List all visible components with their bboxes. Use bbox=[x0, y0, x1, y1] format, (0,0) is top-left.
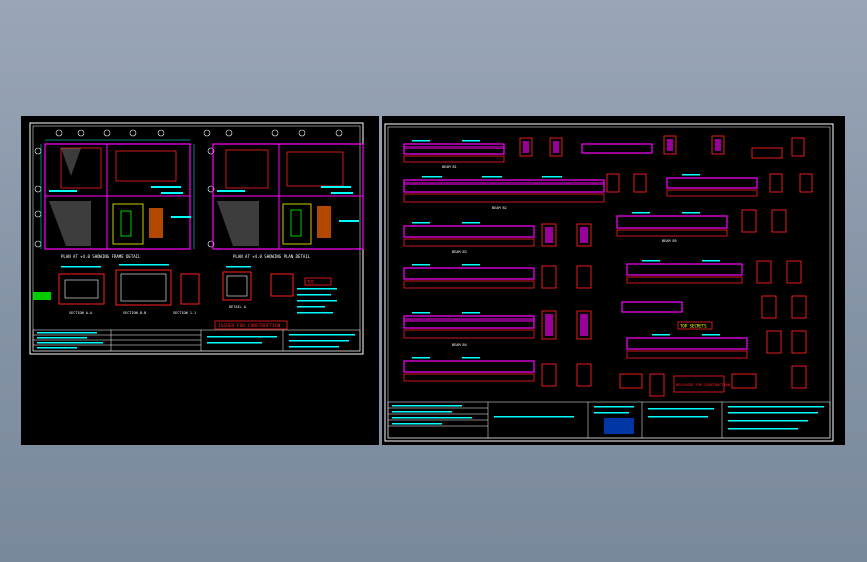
cad-drawing-left: PLAN AT +4.0 SHOWING FRAME DETAIL PLAN A… bbox=[29, 122, 364, 355]
drawing-sheet-left[interactable]: PLAN AT +4.0 SHOWING FRAME DETAIL PLAN A… bbox=[21, 116, 379, 445]
plan-caption-2: PLAN AT +4.0 SHOWING PLAN DETAIL bbox=[233, 254, 311, 259]
plan-2 bbox=[212, 143, 364, 250]
sections-row bbox=[33, 264, 337, 314]
beam-caption-4: BEAM B4 bbox=[452, 343, 467, 347]
section-caption-1: SECTION A-A bbox=[69, 311, 93, 315]
toc-tag: TOC bbox=[307, 280, 315, 285]
beam-caption-5: BEAM B5 bbox=[662, 239, 677, 243]
plan-caption-1: PLAN AT +4.0 SHOWING FRAME DETAIL bbox=[61, 254, 141, 259]
beam-caption-2: BEAM B2 bbox=[492, 206, 507, 210]
beam-sections bbox=[519, 135, 813, 397]
cad-drawing-right: BEAM B1 BEAM B2 BEAM B3 BEAM B4 BEAM B5 … bbox=[384, 123, 834, 442]
plan-1 bbox=[40, 139, 195, 250]
title-logo bbox=[604, 418, 634, 434]
section-caption-3: SECTION 1-1 bbox=[173, 311, 196, 315]
sheet-border bbox=[384, 123, 834, 442]
stamp-right: RELEASED FOR CONSTRUCTION bbox=[676, 383, 730, 387]
section-caption-4: DETAIL A bbox=[229, 305, 247, 309]
stamp-left: ISSUED FOR CONSTRUCTION bbox=[218, 323, 281, 329]
drawing-sheet-right[interactable]: BEAM B1 BEAM B2 BEAM B3 BEAM B4 BEAM B5 … bbox=[382, 116, 845, 445]
beam-caption-1: BEAM B1 bbox=[442, 165, 457, 169]
top-tag: TOP SECRETS bbox=[680, 324, 707, 329]
beam-caption-3: BEAM B3 bbox=[452, 250, 467, 254]
section-caption-2: SECTION B-B bbox=[123, 311, 146, 315]
